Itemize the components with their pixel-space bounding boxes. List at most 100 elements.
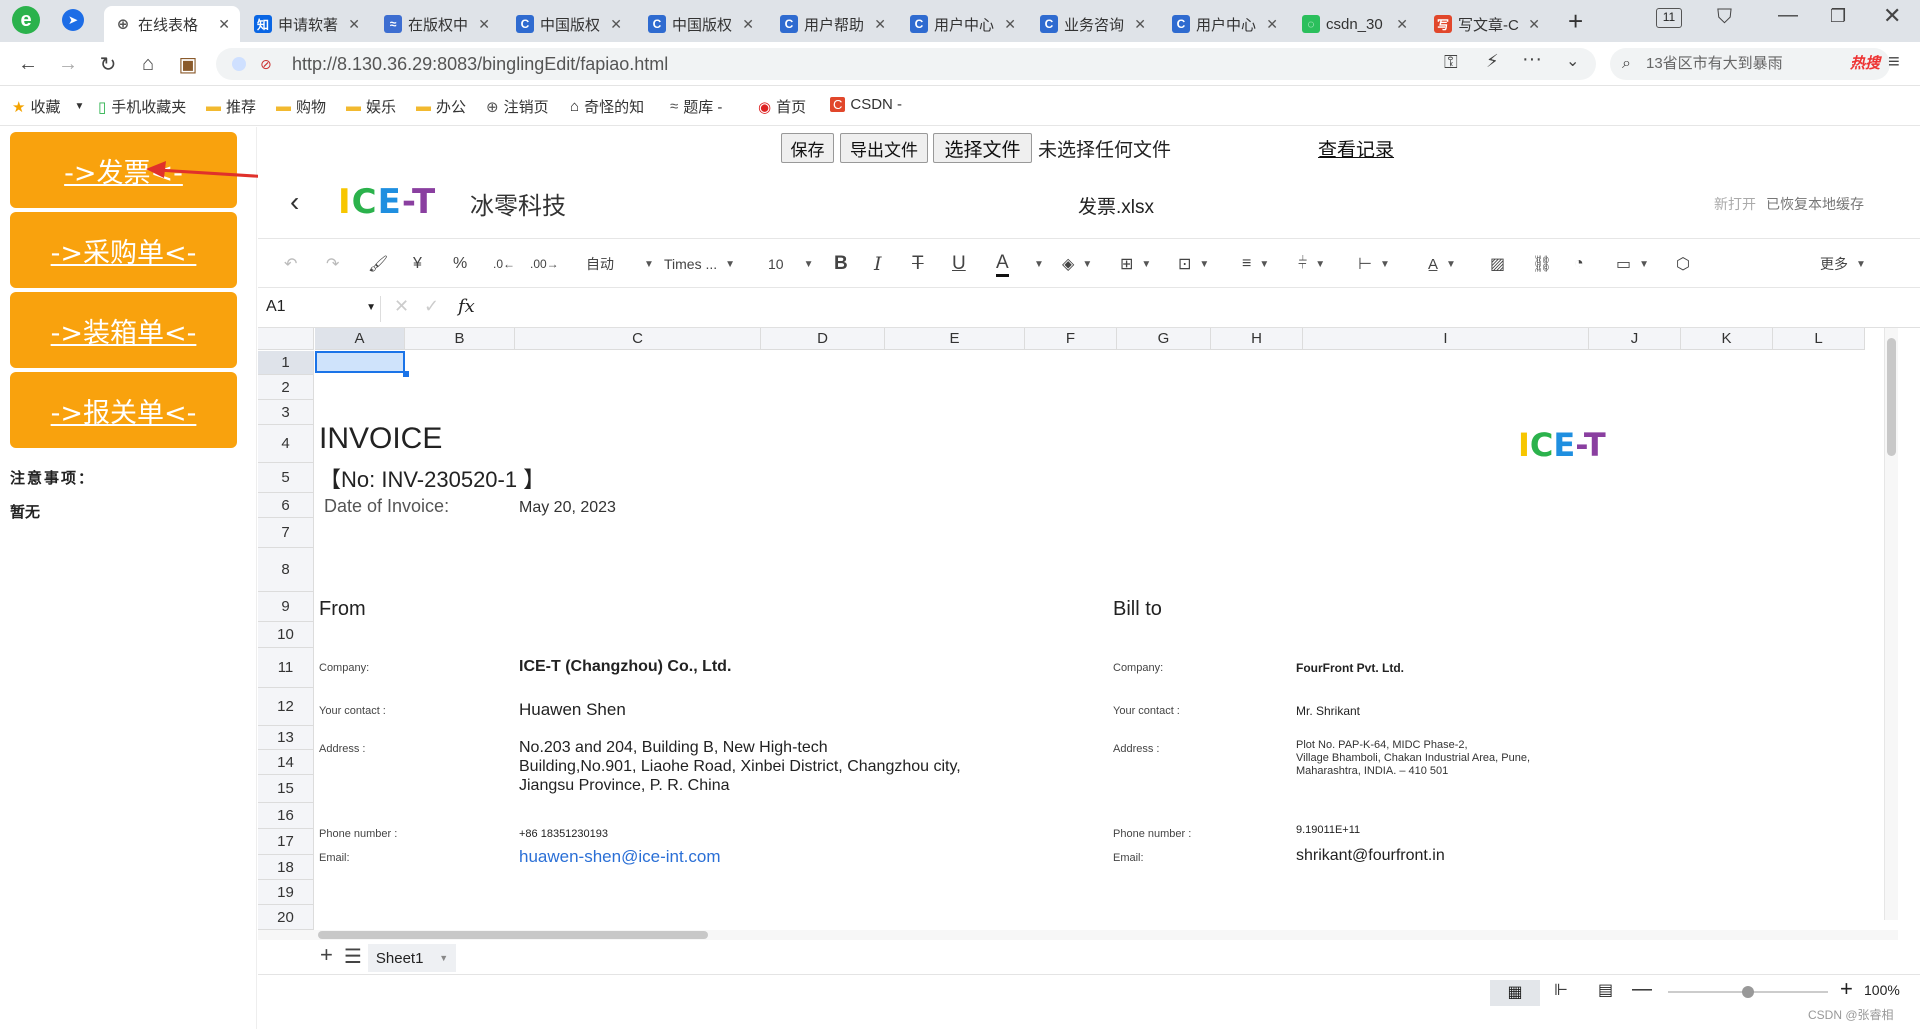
row-header[interactable]: 9	[258, 592, 314, 622]
vertical-scroll-thumb[interactable]	[1887, 338, 1896, 456]
align-left-icon[interactable]: ≡ ▼	[1242, 251, 1269, 277]
row-header[interactable]: 11	[258, 648, 314, 688]
bookmark-csdn[interactable]: C CSDN -	[830, 96, 902, 113]
row-header[interactable]: 5	[258, 463, 314, 493]
more-button[interactable]: 更多 ▼	[1820, 251, 1866, 277]
chevron-down-icon[interactable]: ⌄	[1566, 51, 1579, 71]
column-header[interactable]: L	[1773, 328, 1865, 350]
merge-cells-icon[interactable]: ⊡ ▼	[1178, 251, 1209, 277]
key-icon[interactable]: ⚿	[1444, 52, 1458, 73]
row-header[interactable]: 7	[258, 518, 314, 548]
row-header[interactable]: 14	[258, 750, 314, 775]
row-header[interactable]: 16	[258, 803, 314, 829]
strikethrough-icon[interactable]: T	[912, 251, 924, 277]
close-tab-icon[interactable]: ✕	[1396, 16, 1408, 33]
shirt-icon[interactable]: ⛉	[1717, 6, 1732, 29]
minimize-button[interactable]: —	[1778, 4, 1798, 27]
row-header[interactable]: 18	[258, 855, 314, 880]
column-header[interactable]: F	[1025, 328, 1117, 350]
row-header[interactable]: 4	[258, 425, 314, 463]
back-icon[interactable]: ‹	[290, 186, 299, 218]
insert-chart-icon[interactable]: ◔	[1574, 251, 1584, 277]
row-header[interactable]: 20	[258, 905, 314, 930]
select-all-corner[interactable]	[258, 328, 314, 350]
close-tab-icon[interactable]: ✕	[478, 16, 490, 33]
home-icon[interactable]: ⌂	[134, 50, 162, 78]
new-tab-button[interactable]: +	[1568, 6, 1583, 37]
fill-handle[interactable]	[403, 371, 409, 377]
bookmark-recommend[interactable]: ▬ 推荐	[206, 96, 256, 117]
row-header[interactable]: 17	[258, 829, 314, 855]
zoom-out-icon[interactable]: —	[1632, 978, 1652, 1001]
browser-tab[interactable]: C 用户帮助 ✕	[770, 6, 896, 42]
browser-tab[interactable]: ⊕ 在线表格 ✕	[104, 6, 240, 42]
column-header[interactable]: D	[761, 328, 885, 350]
bookmark-favorites[interactable]: ★ 收藏 ▼	[12, 96, 84, 117]
browser-tab[interactable]: C 中国版权 ✕	[506, 6, 632, 42]
browser-tab[interactable]: 写写文章-C ✕	[1424, 6, 1550, 42]
row-header[interactable]: 1	[258, 351, 314, 375]
browser-tab[interactable]: 知申请软著 ✕	[244, 6, 370, 42]
horizontal-scrollbar[interactable]	[258, 930, 1898, 940]
zoom-in-icon[interactable]: +	[1840, 976, 1853, 1002]
bookmark-mobile[interactable]: ▯ 手机收藏夹	[98, 96, 186, 117]
insert-image-icon[interactable]: ▨	[1490, 251, 1505, 277]
hot-search-label[interactable]: 热搜	[1850, 48, 1880, 80]
close-tab-icon[interactable]: ✕	[742, 16, 754, 33]
browser-tab[interactable]: C 用户中心 ✕	[1162, 6, 1288, 42]
font-color-icon[interactable]: A	[996, 251, 1009, 277]
menu-icon[interactable]: ≡	[1888, 51, 1900, 74]
bookmark-home[interactable]: ◉ 首页	[758, 96, 806, 117]
row-header[interactable]: 15	[258, 775, 314, 803]
close-tab-icon[interactable]: ✕	[1134, 16, 1146, 33]
text-wrap-icon[interactable]: ⊢ ▼	[1358, 251, 1390, 277]
row-header[interactable]: 3	[258, 400, 314, 425]
row-header[interactable]: 19	[258, 880, 314, 905]
column-header[interactable]: G	[1117, 328, 1211, 350]
normal-view-icon[interactable]: ▦	[1490, 980, 1540, 1006]
nav-customs-declaration[interactable]: ->报关单<-	[10, 372, 237, 448]
redo-icon[interactable]: ↷	[326, 251, 339, 277]
back-icon[interactable]: ←	[14, 50, 42, 78]
browser-tab[interactable]: ≈ 在版权中 ✕	[374, 6, 500, 42]
close-tab-icon[interactable]: ✕	[1528, 16, 1540, 33]
browser-tab[interactable]: C 用户中心 ✕	[900, 6, 1026, 42]
font-select[interactable]: Times ... ▼	[664, 251, 735, 277]
percent-icon[interactable]: %	[453, 251, 467, 277]
page-layout-view-icon[interactable]: ▤	[1598, 980, 1613, 1000]
insecure-icon[interactable]: ⊘	[260, 48, 272, 80]
browser-logo-icon[interactable]: e	[12, 6, 40, 34]
search-box[interactable]: ⌕ 13省区市有大到暴雨 热搜	[1610, 48, 1890, 80]
from-email-link[interactable]: huawen-shen@ice-int.com	[519, 847, 721, 867]
close-tab-icon[interactable]: ✕	[874, 16, 886, 33]
browser-tab[interactable]: ◌ csdn_30 ✕	[1292, 6, 1418, 42]
comment-icon[interactable]: ▭ ▼	[1616, 251, 1649, 277]
number-format-select[interactable]: 自动 ▼	[586, 251, 654, 277]
sheet-list-icon[interactable]: ☰	[344, 944, 362, 969]
sheet-tab-sheet1[interactable]: Sheet1 ▼	[368, 944, 456, 972]
screenshot-icon[interactable]: ⬡	[1676, 251, 1690, 277]
confirm-icon[interactable]: ✓	[424, 296, 439, 317]
briefcase-icon[interactable]: ▣	[174, 50, 202, 78]
horizontal-scroll-thumb[interactable]	[318, 931, 708, 939]
reload-icon[interactable]: ↻	[94, 50, 122, 78]
font-size-select[interactable]: 10 ▼	[768, 251, 813, 277]
close-tab-icon[interactable]: ✕	[348, 16, 360, 33]
zoom-slider-thumb[interactable]	[1742, 986, 1754, 998]
close-tab-icon[interactable]: ✕	[218, 16, 230, 33]
vertical-scrollbar[interactable]	[1884, 328, 1898, 920]
address-bar[interactable]: ⊘ http://8.130.36.29:8083/binglingEdit/f…	[216, 48, 1596, 80]
restore-button[interactable]: ❐	[1830, 6, 1846, 27]
bookmark-logout[interactable]: ⊕ 注销页	[486, 96, 549, 117]
chevron-down-icon[interactable]: ▼	[1026, 251, 1044, 277]
bookmark-shopping[interactable]: ▬ 购物	[276, 96, 326, 117]
browser-tab[interactable]: C 中国版权 ✕	[638, 6, 764, 42]
close-tab-icon[interactable]: ✕	[1266, 16, 1278, 33]
column-header[interactable]: C	[515, 328, 761, 350]
chevron-down-icon[interactable]: ▼	[74, 101, 84, 112]
nav-purchase-order[interactable]: ->采购单<-	[10, 212, 237, 288]
lightning-icon[interactable]: ⚡	[1486, 51, 1499, 72]
forward-icon[interactable]: →	[54, 50, 82, 78]
selected-cell-a1[interactable]	[315, 351, 405, 373]
column-header[interactable]: A	[315, 328, 405, 350]
